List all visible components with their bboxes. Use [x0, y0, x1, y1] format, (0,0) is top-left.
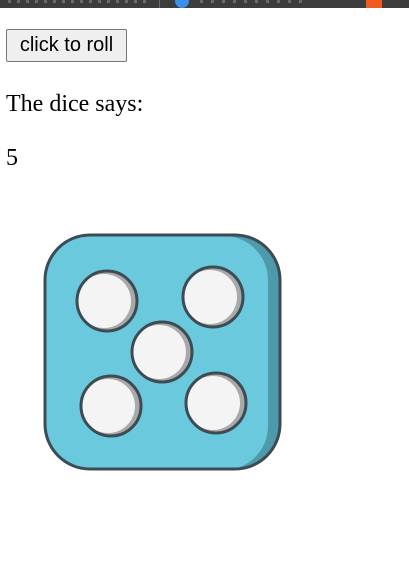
- tab-title-fragment: [8, 0, 148, 3]
- dice-pip: [184, 371, 248, 435]
- browser-tab-strip: [0, 0, 409, 8]
- dice-pip: [79, 374, 143, 438]
- tab-separator: [159, 0, 160, 8]
- dice-pip: [181, 265, 245, 329]
- tab-title-fragment-2: [200, 0, 310, 3]
- roll-button[interactable]: click to roll: [6, 29, 127, 62]
- dice-five-icon: [43, 233, 282, 471]
- extension-icon[interactable]: [366, 0, 382, 8]
- dice-pip: [75, 269, 139, 333]
- result-value: 5: [6, 145, 18, 171]
- browser-favicon-icon[interactable]: [175, 0, 189, 8]
- dice-pip: [130, 320, 194, 384]
- result-heading: The dice says:: [6, 91, 144, 117]
